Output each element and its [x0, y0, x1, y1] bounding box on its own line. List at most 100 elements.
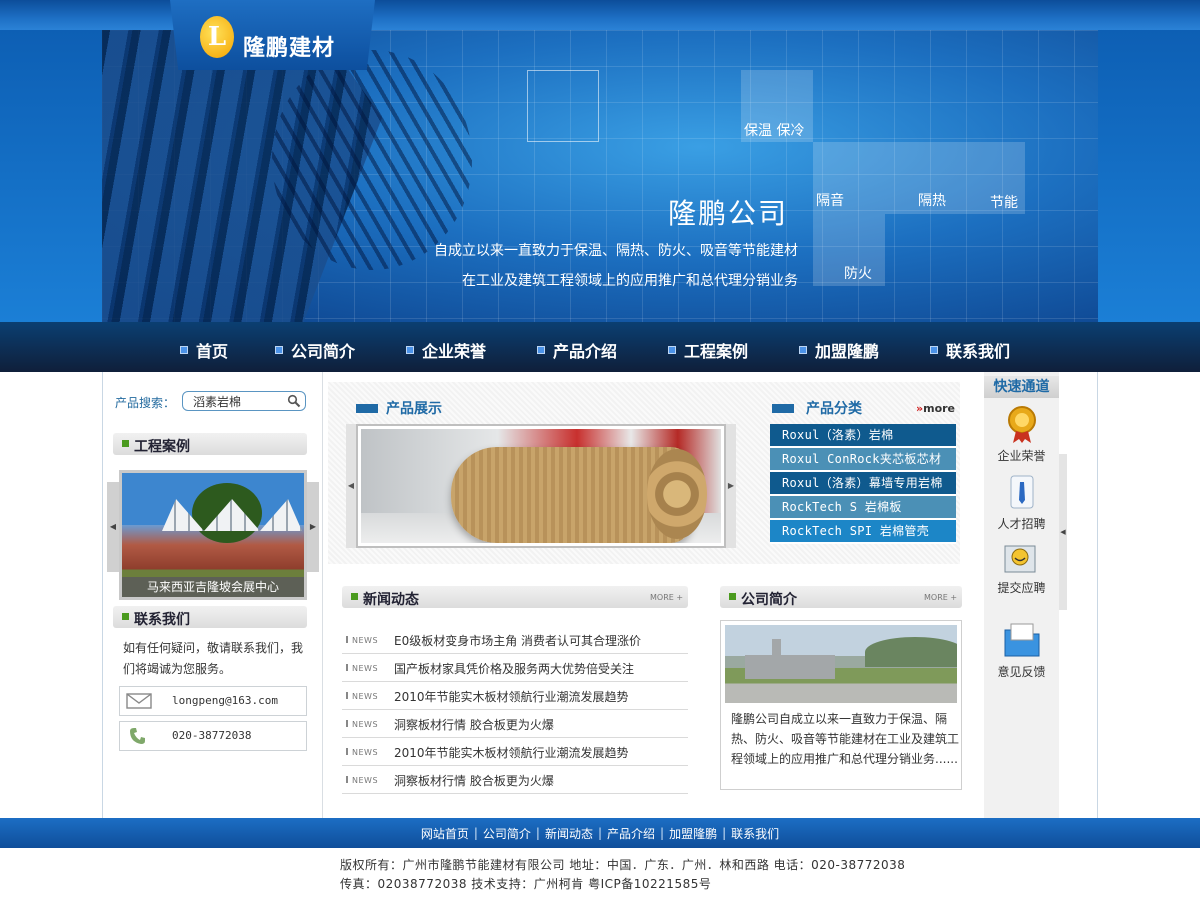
category-item[interactable]: RockTech S 岩棉板	[770, 496, 956, 520]
company-more-link[interactable]: MORE +	[924, 593, 957, 602]
nav-join[interactable]: 加盟隆鹏	[799, 340, 880, 361]
category-item[interactable]: Roxul（洛素）岩棉	[770, 424, 956, 448]
company-photo[interactable]	[725, 625, 957, 703]
banner-line-2: 在工业及建筑工程领域上的应用推广和总代理分销业务	[462, 273, 798, 289]
footer-separator: |	[660, 826, 665, 840]
photo-plant	[745, 639, 835, 679]
quick-feedback[interactable]: 意见反馈	[984, 616, 1059, 679]
footer-link-about[interactable]: 公司简介	[483, 825, 531, 842]
nav-label: 加盟隆鹏	[815, 342, 880, 361]
news-item[interactable]: NEWS 洞察板材行情 胶合板更为火爆	[342, 766, 688, 794]
bullet-icon	[122, 613, 129, 620]
nav-bullet-icon	[537, 346, 545, 354]
quick-recruit[interactable]: 人才招聘	[984, 468, 1059, 531]
contact-text: 如有任何疑问，敬请联系我们，我们将竭诚为您服务。	[123, 641, 304, 676]
news-title: 新闻动态	[363, 592, 419, 608]
news-text: 洞察板材行情 胶合板更为火爆	[394, 718, 554, 732]
nav-home[interactable]: 首页	[180, 340, 228, 361]
news-item[interactable]: NEWS 2010年节能实木板材领航行业潮流发展趋势	[342, 738, 688, 766]
news-item[interactable]: NEWS 洞察板材行情 胶合板更为火爆	[342, 710, 688, 738]
footer-link-join[interactable]: 加盟隆鹏	[669, 825, 717, 842]
hero-banner: 保温 保冷 隔音 隔热 节能 防火 隆鹏公司 自成立以来一直致力于保温、隔热、防…	[102, 30, 1098, 322]
products-header: 产品展示	[356, 398, 442, 418]
nav-about[interactable]: 公司简介	[275, 340, 356, 361]
bullet-icon	[122, 440, 129, 447]
nav-label: 产品介绍	[553, 342, 618, 361]
main-nav: 首页 公司简介 企业荣誉 产品介绍 工程案例 加盟隆鹏 联系我们	[0, 322, 1200, 372]
product-image	[361, 429, 721, 543]
categories-more-link[interactable]: »more	[916, 402, 955, 415]
news-text: 洞察板材行情 胶合板更为火爆	[394, 774, 554, 788]
bullet-icon	[351, 593, 358, 600]
tag-heat: 隔热	[918, 193, 946, 209]
category-item[interactable]: Roxul ConRock夹芯板芯材	[770, 448, 956, 472]
logo-icon[interactable]: L	[200, 16, 234, 58]
quick-honors[interactable]: 企业荣誉	[984, 400, 1059, 463]
news-tag: NEWS	[346, 692, 378, 701]
prev-arrow-icon[interactable]: ◀	[107, 482, 119, 572]
products-title: 产品展示	[386, 401, 442, 417]
nav-label: 工程案例	[684, 342, 749, 361]
phone-row[interactable]: 020-38772038	[119, 721, 307, 751]
tag-insulation: 保温 保冷	[744, 123, 805, 139]
image-roll-end	[647, 449, 707, 539]
product-frame[interactable]	[356, 424, 726, 548]
categories-header: 产品分类	[772, 398, 862, 418]
footer-separator: |	[597, 826, 603, 840]
company-title: 公司简介	[741, 592, 797, 608]
search-label: 产品搜索：	[115, 396, 176, 410]
copyright-line: 版权所有：广州市隆鹏节能建材有限公司 地址：中国．广东．广州．林和西路 电话：0…	[340, 858, 906, 872]
photo-hill	[865, 637, 957, 667]
nav-honors[interactable]: 企业荣誉	[406, 340, 486, 361]
footer-link-news[interactable]: 新闻动态	[545, 825, 593, 842]
news-text: 2010年节能实木板材领航行业潮流发展趋势	[394, 690, 629, 704]
category-item[interactable]: Roxul（洛素）幕墙专用岩棉	[770, 472, 956, 496]
products-panel: 产品展示 ◀ ▶ 产品分类 »more Roxul（洛素）岩棉 Roxul Co…	[328, 382, 960, 564]
page: 保温 保冷 隔音 隔热 节能 防火 隆鹏公司 自成立以来一直致力于保温、隔热、防…	[0, 0, 1200, 900]
center-column: 产品展示 ◀ ▶ 产品分类 »more Roxul（洛素）岩棉 Roxul Co…	[324, 372, 984, 818]
category-item[interactable]: RockTech SPI 岩棉管壳	[770, 520, 956, 544]
contact-title: 联系我们	[134, 612, 190, 628]
brand-name[interactable]: 隆鹏建材	[243, 30, 335, 62]
footer-separator: |	[722, 826, 727, 840]
left-column: 产品搜索： 工程案例 ◀ 马来西亚吉隆坡会展中心 ▶ 联系我们 如有任何疑问，	[103, 372, 323, 818]
nav-bullet-icon	[799, 346, 807, 354]
tag-fire: 防火	[844, 266, 872, 282]
news-item[interactable]: NEWS E0级板材变身市场主角 消费者认可其合理涨价	[342, 626, 688, 654]
nav-products[interactable]: 产品介绍	[537, 340, 618, 361]
quick-links: 快速通道 企业荣誉 人才招聘 提交应聘 意见反馈 ◀	[984, 372, 1067, 818]
footer-bar: 网站首页 | 公司简介 | 新闻动态 | 产品介绍 | 加盟隆鹏 | 联系我们	[0, 818, 1200, 848]
quick-apply[interactable]: 提交应聘	[984, 532, 1059, 595]
photo-roof	[162, 499, 302, 531]
nav-bullet-icon	[406, 346, 414, 354]
news-item[interactable]: NEWS 国产板材家具凭价格及服务两大优势倍受关注	[342, 654, 688, 682]
news-tag: NEWS	[346, 664, 378, 673]
news-item[interactable]: NEWS 2010年节能实木板材领航行业潮流发展趋势	[342, 682, 688, 710]
bullet-icon	[729, 593, 736, 600]
next-arrow-icon[interactable]: ▶	[307, 482, 319, 572]
nav-bullet-icon	[180, 346, 188, 354]
quick-collapse-icon[interactable]: ◀	[1059, 454, 1067, 610]
search-icon[interactable]	[287, 394, 301, 408]
email-row[interactable]: longpeng@163.com	[119, 686, 307, 716]
banner-side-right	[1098, 30, 1200, 322]
nav-label: 公司简介	[291, 342, 356, 361]
nav-cases[interactable]: 工程案例	[668, 340, 749, 361]
news-tag: NEWS	[346, 748, 378, 757]
news-text: 2010年节能实木板材领航行业潮流发展趋势	[394, 746, 629, 760]
contact-header: 联系我们	[113, 606, 307, 628]
news-more-link[interactable]: MORE +	[650, 593, 683, 602]
footer-link-contact[interactable]: 联系我们	[731, 825, 779, 842]
product-prev-icon[interactable]: ◀	[346, 424, 356, 548]
product-next-icon[interactable]: ▶	[726, 424, 736, 548]
case-photo[interactable]: 马来西亚吉隆坡会展中心	[119, 470, 307, 600]
cases-header: 工程案例	[113, 433, 307, 455]
footer-link-products[interactable]: 产品介绍	[607, 825, 655, 842]
footer-link-home[interactable]: 网站首页	[421, 825, 469, 842]
header-bar-icon	[772, 403, 794, 413]
news-tag: NEWS	[346, 636, 378, 645]
news-text: 国产板材家具凭价格及服务两大优势倍受关注	[394, 662, 635, 676]
header-bar-icon	[356, 403, 378, 413]
quick-title: 快速通道	[984, 376, 1059, 398]
nav-contact[interactable]: 联系我们	[930, 340, 1010, 361]
